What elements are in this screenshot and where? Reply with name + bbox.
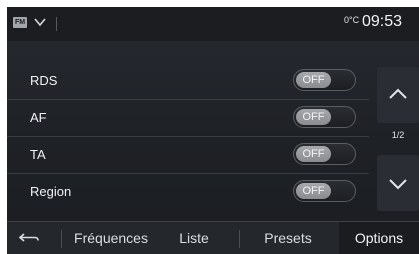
- setting-row-region: Region OFF: [7, 174, 369, 210]
- setting-row-af: AF OFF: [7, 100, 369, 136]
- region-toggle[interactable]: OFF: [293, 180, 356, 202]
- tab-frequences[interactable]: Fréquences: [63, 222, 159, 254]
- tab-separator: [61, 230, 62, 248]
- toggle-state: OFF: [296, 109, 331, 125]
- chevron-down-icon[interactable]: [33, 15, 47, 29]
- temperature: 0°C: [344, 15, 360, 25]
- scroll-down-button[interactable]: [377, 155, 419, 211]
- page-indicator: 1/2: [391, 130, 405, 140]
- clock: 09:53: [362, 13, 403, 30]
- bottom-tab-bar: Fréquences Liste Presets Options: [7, 221, 419, 254]
- toggle-state: OFF: [296, 146, 331, 162]
- setting-row-ta: TA OFF: [7, 137, 369, 173]
- setting-label: Region: [30, 184, 72, 199]
- status-bar: FM 0°C 09:53: [7, 7, 419, 41]
- radio-screen: FM 0°C 09:53 RDS OFF AF OFF TA OFF Regio…: [7, 7, 419, 254]
- af-toggle[interactable]: OFF: [293, 106, 356, 128]
- radio-source-icon[interactable]: FM: [13, 17, 27, 28]
- tab-options[interactable]: Options: [339, 222, 419, 254]
- tab-separator: [239, 230, 240, 248]
- setting-label: AF: [30, 110, 47, 125]
- setting-label: RDS: [30, 73, 58, 88]
- setting-label: TA: [30, 147, 46, 162]
- scroll-up-button[interactable]: [377, 67, 419, 123]
- setting-row-rds: RDS OFF: [7, 63, 369, 99]
- ta-toggle[interactable]: OFF: [293, 143, 356, 165]
- chevron-up-icon: [389, 88, 407, 99]
- tab-presets[interactable]: Presets: [243, 222, 333, 254]
- chevron-down-icon: [389, 179, 407, 190]
- status-separator: [56, 17, 57, 31]
- toggle-state: OFF: [296, 72, 331, 88]
- toggle-state: OFF: [296, 183, 331, 199]
- back-arrow-icon: [18, 233, 39, 242]
- tab-liste[interactable]: Liste: [164, 222, 224, 254]
- rds-toggle[interactable]: OFF: [293, 69, 356, 91]
- back-button[interactable]: [7, 222, 53, 254]
